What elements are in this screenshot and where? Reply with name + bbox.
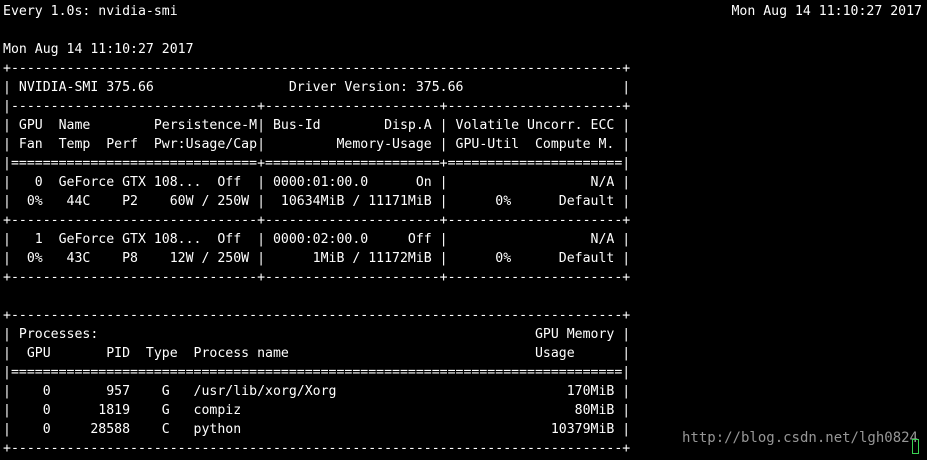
smi-top-border: +---------------------------------------… <box>3 61 631 76</box>
watch-header: Every 1.0s: nvidia-smi Mon Aug 14 11:10:… <box>3 2 927 21</box>
smi-column-header-1: | GPU Name Persistence-M| Bus-Id Disp.A … <box>3 118 631 133</box>
gpu-separator: +-------------------------------+-------… <box>3 213 631 228</box>
processes-column-header: | GPU PID Type Process name Usage | <box>3 346 631 361</box>
gpu-bottom-border: +-------------------------------+-------… <box>3 270 631 285</box>
processes-title-line: | Processes: GPU Memory | <box>3 327 631 342</box>
nvidia-smi-output: +---------------------------------------… <box>3 59 927 458</box>
smi-column-header-2: | Fan Temp Perf Pwr:Usage/Cap| Memory-Us… <box>3 137 631 152</box>
processes-top-border: +---------------------------------------… <box>3 308 631 323</box>
watch-command: Every 1.0s: nvidia-smi <box>3 4 178 19</box>
terminal-cursor <box>912 439 919 454</box>
gpu-1-row-2: | 0% 43C P8 12W / 250W | 1MiB / 11172MiB… <box>3 251 631 266</box>
watch-clock: Mon Aug 14 11:10:27 2017 <box>731 4 922 19</box>
smi-header-double-rule: |===============================+=======… <box>3 156 631 171</box>
smi-header-separator: |-------------------------------+-------… <box>3 99 631 114</box>
gpu-0-row-1: | 0 GeForce GTX 108... Off | 0000:01:00.… <box>3 175 631 190</box>
terminal-window[interactable]: Every 1.0s: nvidia-smi Mon Aug 14 11:10:… <box>3 0 927 460</box>
watermark-text: http://blog.csdn.net/lgh0824 <box>681 430 918 446</box>
processes-double-rule: |=======================================… <box>3 365 631 380</box>
process-row-xorg: | 0 957 G /usr/lib/xorg/Xorg 170MiB | <box>3 384 631 399</box>
process-row-compiz: | 0 1819 G compiz 80MiB | <box>3 403 631 418</box>
smi-timestamp: Mon Aug 14 11:10:27 2017 <box>3 42 194 57</box>
smi-version-line: | NVIDIA-SMI 375.66 Driver Version: 375.… <box>3 80 631 95</box>
gpu-0-row-2: | 0% 44C P2 60W / 250W | 10634MiB / 1117… <box>3 194 631 209</box>
gpu-1-row-1: | 1 GeForce GTX 108... Off | 0000:02:00.… <box>3 232 631 247</box>
